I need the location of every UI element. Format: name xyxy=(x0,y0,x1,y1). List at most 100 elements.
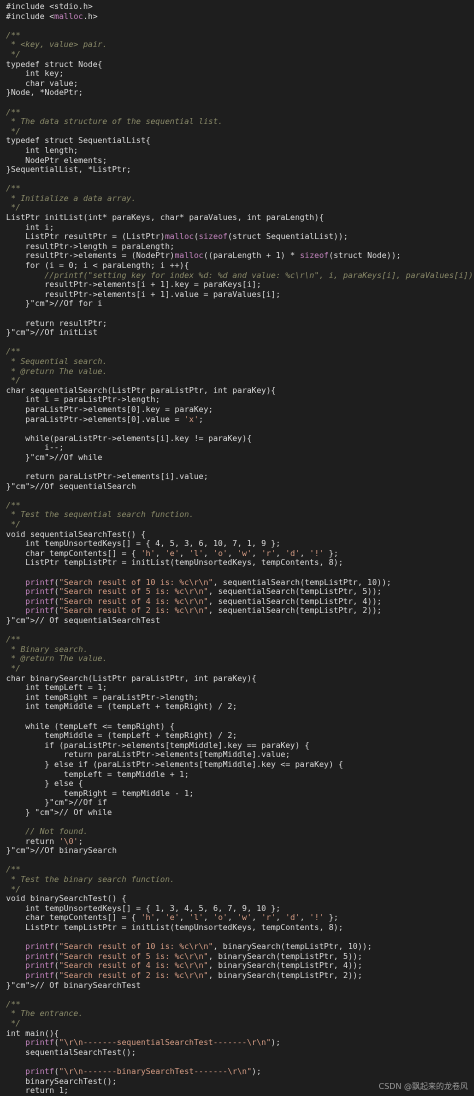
code-line: int main(){ xyxy=(6,1028,59,1038)
code-line: while(paraListPtr->elements[i].key != pa… xyxy=(6,433,252,443)
code-line: resultPtr->elements[i + 1].key = paraKey… xyxy=(6,280,262,290)
code-line: }"cm">//Of while xyxy=(6,452,103,462)
code-line: int tempMiddle = (tempLeft + tempRight) … xyxy=(6,702,238,712)
code-line: * <key, value> pair. xyxy=(6,40,108,50)
code-line: /** xyxy=(6,500,21,510)
code-line: printf("\r\n-------sequentialSearchTest-… xyxy=(25,1038,281,1048)
code-line: }"cm">//Of binarySearch xyxy=(6,846,117,856)
code-line: #include <malloc.h> xyxy=(6,11,98,21)
code-line: int i; xyxy=(6,222,55,232)
code-line: for (i = 0; i < paraLength; i ++){ xyxy=(6,261,190,271)
code-line: int tempUnsortedKeys[] = { 1, 3, 4, 5, 6… xyxy=(6,903,281,913)
code-line: char sequentialSearch(ListPtr paraListPt… xyxy=(6,385,276,395)
code-line: */ xyxy=(6,376,21,386)
code-line: return paraListPtr->elements[tempMiddle]… xyxy=(6,750,291,760)
code-line: }Node, *NodePtr; xyxy=(6,88,84,98)
code-line: printf("Search result of 2 is: %c\r\n", … xyxy=(25,606,382,616)
code-line: printf("Search result of 10 is: %c\r\n",… xyxy=(25,942,373,952)
code-line: printf("Search result of 10 is: %c\r\n",… xyxy=(25,577,392,587)
code-line: /** xyxy=(6,635,21,645)
code-line: } "cm">// Of while xyxy=(6,807,112,817)
code-line: if (paraListPtr->elements[tempMiddle].ke… xyxy=(6,740,310,750)
code-line: ListPtr initList(int* paraKeys, char* pa… xyxy=(6,213,324,223)
code-line: }"cm">//Of sequentialSearch xyxy=(6,481,137,491)
code-editor[interactable]: #include <stdio.h> #include <malloc.h> /**… xyxy=(0,0,474,1096)
code-line: int tempRight = paraListPtr->length; xyxy=(6,692,199,702)
code-line: * The entrance. xyxy=(6,1009,84,1019)
code-line: */ xyxy=(6,1018,21,1028)
code-line: return paraListPtr->elements[i].value; xyxy=(6,472,209,482)
code-line: */ xyxy=(6,203,21,213)
code-line: }"cm">//Of initList xyxy=(6,328,98,338)
code-line: * Binary search. xyxy=(6,644,88,654)
code-line: * Initialize a data array. xyxy=(6,193,137,203)
code-line: */ xyxy=(6,49,21,59)
code-line: char value; xyxy=(6,78,79,88)
code-line: tempLeft = tempMiddle + 1; xyxy=(6,769,190,779)
code-line: i--; xyxy=(6,443,64,453)
code-line: int key; xyxy=(6,69,64,79)
code-line: * Test the binary search function. xyxy=(6,875,175,885)
code-line: }"cm">//Of for i xyxy=(6,299,103,309)
code-line: int i = paraListPtr->length; xyxy=(6,395,161,405)
code-line: }"cm">// Of binarySearchTest xyxy=(6,980,141,990)
code-line: resultPtr->length = paraLength; xyxy=(6,241,175,251)
code-line: int tempLeft = 1; xyxy=(6,683,108,693)
code-line: resultPtr->elements = (NodePtr)malloc((p… xyxy=(6,251,401,261)
code-line: return '\0'; xyxy=(6,836,84,846)
code-line: } else if (paraListPtr->elements[tempMid… xyxy=(6,759,344,769)
code-line: paraListPtr->elements[0].key = paraKey; xyxy=(6,404,214,414)
code-line: * The data structure of the sequential l… xyxy=(6,117,223,127)
code-line: /** xyxy=(6,184,21,194)
code-line: tempMiddle = (tempLeft + tempRight) / 2; xyxy=(6,731,238,741)
code-line: NodePtr elements; xyxy=(6,155,108,165)
code-line: char tempContents[] = { 'h', 'e', 'l', '… xyxy=(6,913,339,923)
code-line: }"cm">// Of sequentialSearchTest xyxy=(6,616,161,625)
code-line: * Sequential search. xyxy=(6,356,108,366)
code-line: */ xyxy=(6,520,21,530)
code-line: printf("Search result of 4 is: %c\r\n", … xyxy=(25,596,382,606)
code-line: printf("Search result of 5 is: %c\r\n", … xyxy=(25,951,363,961)
code-line: * @return The value. xyxy=(6,654,108,664)
code-line: }SequentialList, *ListPtr; xyxy=(6,165,132,175)
code-line: char tempContents[] = { 'h', 'e', 'l', '… xyxy=(6,548,339,558)
code-line: return resultPtr; xyxy=(6,318,108,328)
code-line: */ xyxy=(6,884,21,894)
code-line: */ xyxy=(6,126,21,136)
code-line: printf("\r\n-------binarySearchTest-----… xyxy=(25,1066,262,1076)
code-line: void binarySearchTest() { xyxy=(6,894,127,904)
code-line: char binarySearch(ListPtr paraListPtr, i… xyxy=(6,673,257,683)
code-line: // Not found. xyxy=(6,827,88,837)
code-line: //printf("setting key for index %d: %d a… xyxy=(6,270,474,280)
watermark: CSDN @飘起来的龙卷风 xyxy=(378,1082,468,1092)
code-line: } else { xyxy=(6,779,84,789)
code-line: tempRight = tempMiddle - 1; xyxy=(6,788,194,798)
code-line: /** xyxy=(6,865,21,875)
code-line: /** xyxy=(6,999,21,1009)
code-line: resultPtr->elements[i + 1].value = paraV… xyxy=(6,289,281,299)
code-line: sequentialSearchTest(); xyxy=(6,1047,137,1057)
code-line: * Test the sequential search function. xyxy=(6,510,194,520)
code-line: void sequentialSearchTest() { xyxy=(6,529,146,539)
code-line: printf("Search result of 2 is: %c\r\n", … xyxy=(25,970,363,980)
code-line: typedef struct SequentialList{ xyxy=(6,136,151,146)
code-line: int tempUnsortedKeys[] = { 4, 5, 3, 6, 1… xyxy=(6,539,281,549)
code-line: /** xyxy=(6,347,21,357)
code-line: */ xyxy=(6,663,21,673)
code-line: printf("Search result of 5 is: %c\r\n", … xyxy=(25,587,382,597)
code-line: ListPtr resultPtr = (ListPtr)malloc(size… xyxy=(6,232,349,242)
